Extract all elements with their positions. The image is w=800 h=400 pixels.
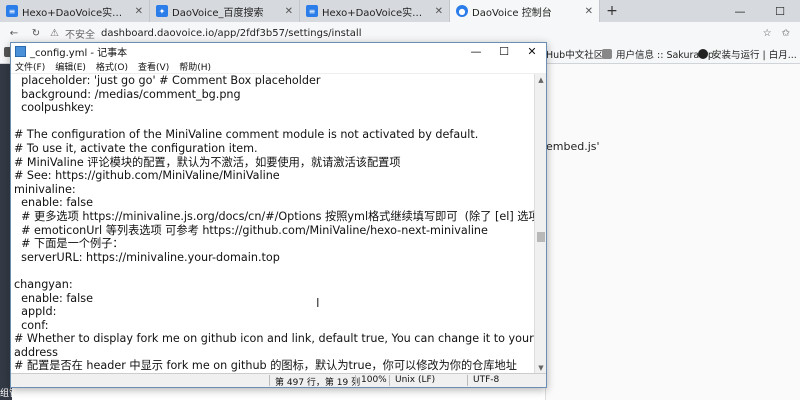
text-line: # 配置是否在 header 中显示 fork me on github 的图标… xyxy=(14,359,517,373)
refresh-icon[interactable]: ↻ xyxy=(28,28,44,39)
bookmark-install[interactable]: 安装与运行 | 白月... xyxy=(698,47,797,61)
notepad-title: _config.yml - 记事本 xyxy=(30,48,128,59)
github-icon xyxy=(698,49,708,59)
text-line: # emoticonUrl 等列表选项 可参考 https://github.c… xyxy=(14,223,488,237)
notepad-title-bar[interactable]: _config.yml - 记事本 — ☐ ✕ xyxy=(11,43,546,60)
close-icon[interactable]: ✕ xyxy=(585,6,593,17)
address-bar: ← ↻ ⚠ 不安全 dashboard.daovoice.io/app/2fdf… xyxy=(0,22,800,44)
daovoice-icon: ● xyxy=(456,5,468,17)
text-line: # To use it, activate the configuration … xyxy=(14,141,258,155)
tab-label: Hexo+DaoVoice实现网页在线通 xyxy=(322,7,431,19)
close-icon[interactable]: ✕ xyxy=(285,6,293,17)
bookmark-hub[interactable]: Hub中文社区 xyxy=(546,47,603,61)
scrollbar-thumb[interactable] xyxy=(537,232,545,242)
text-line: background: /medias/comment_bg.png xyxy=(14,87,241,101)
tab-page-icon: ≡ xyxy=(6,5,18,17)
tab-label: DaoVoice 控制台 xyxy=(472,7,552,19)
maximize-icon[interactable]: ☐ xyxy=(490,45,518,58)
address-actions: ☆ ✩ xyxy=(763,28,800,39)
text-line: conf: xyxy=(14,318,49,332)
browser-tab-2[interactable]: ✦ DaoVoice_百度搜索 ✕ xyxy=(150,0,300,22)
text-line: coolpushkey: xyxy=(14,101,94,115)
url-input[interactable]: dashboard.daovoice.io/app/2fdf3b57/setti… xyxy=(101,28,362,39)
status-divider xyxy=(389,375,390,386)
menu-file[interactable]: 文件(F) xyxy=(15,60,45,73)
browser-tab-bar: ≡ Hexo+DaoVoice实现网页在线通 ✕ ✦ DaoVoice_百度搜索… xyxy=(0,0,800,22)
notepad-icon xyxy=(15,46,26,57)
cursor-position: 第 497 行，第 19 列 xyxy=(275,378,361,388)
browser-tab-1[interactable]: ≡ Hexo+DaoVoice实现网页在线通 ✕ xyxy=(0,0,150,22)
text-line: enable: false xyxy=(14,196,93,210)
tab-page-icon: ≡ xyxy=(306,5,318,17)
notepad-text-area[interactable]: placeholder: 'just go go' # Comment Box … xyxy=(11,74,535,374)
text-line: changyan: xyxy=(14,277,73,291)
notepad-window: _config.yml - 记事本 — ☐ ✕ 文件(F) 编辑(E) 格式(O… xyxy=(10,42,547,388)
vertical-scrollbar[interactable]: ▲ ▼ xyxy=(534,74,546,374)
maximize-icon[interactable]: ☐ xyxy=(760,0,800,22)
scroll-up-icon[interactable]: ▲ xyxy=(535,74,547,86)
text-line xyxy=(14,115,535,129)
zoom-level: 100% xyxy=(361,375,387,385)
browser-tab-3[interactable]: ≡ Hexo+DaoVoice实现网页在线通 ✕ xyxy=(300,0,450,22)
line-ending: Unix (LF) xyxy=(395,375,436,385)
text-line: address xyxy=(14,345,58,359)
text-line: minivaline: xyxy=(14,182,76,196)
tab-label: DaoVoice_百度搜索 xyxy=(172,7,264,19)
baidu-icon: ✦ xyxy=(156,5,168,17)
text-line: serverURL: https://minivaline.your-domai… xyxy=(14,250,280,264)
close-icon[interactable]: ✕ xyxy=(135,6,143,17)
insecure-label[interactable]: 不安全 xyxy=(65,26,95,41)
window-controls: — ☐ xyxy=(720,0,800,22)
status-divider xyxy=(355,375,356,386)
text-line: # 下面是一个例子： xyxy=(14,237,124,251)
encoding: UTF-8 xyxy=(473,375,500,385)
text-line: # MiniValine 评论模块的配置，默认为不激活，如要使用，就请激活该配置… xyxy=(14,155,401,169)
tab-label: Hexo+DaoVoice实现网页在线通 xyxy=(22,7,131,19)
text-line: appId: xyxy=(14,305,57,319)
status-divider xyxy=(467,375,468,386)
bookmark-label: 安装与运行 | 白月... xyxy=(712,50,797,61)
notepad-window-controls: — ☐ ✕ xyxy=(462,45,546,58)
text-cursor-icon: I xyxy=(316,296,320,310)
text-line: # 更多选项 https://minivaline.js.org/docs/cn… xyxy=(14,209,535,223)
back-icon[interactable]: ← xyxy=(6,28,22,39)
minimize-icon[interactable]: — xyxy=(720,0,760,22)
embed-code-text: embed.js' xyxy=(546,140,600,153)
menu-help[interactable]: 帮助(H) xyxy=(179,60,211,73)
minimize-icon[interactable]: — xyxy=(462,45,490,58)
star-icon[interactable]: ☆ xyxy=(763,28,772,39)
close-icon[interactable]: ✕ xyxy=(518,45,546,58)
text-line: enable: false xyxy=(14,291,93,305)
user-icon xyxy=(602,49,612,59)
menu-format[interactable]: 格式(O) xyxy=(96,60,128,73)
text-line xyxy=(14,264,535,278)
favorites-icon[interactable]: ✩ xyxy=(782,28,790,39)
text-line: # Whether to display fork me on github i… xyxy=(14,332,535,346)
notepad-status-bar: 第 497 行，第 19 列 100% Unix (LF) UTF-8 xyxy=(11,373,546,388)
warning-icon[interactable]: ⚠ xyxy=(50,28,59,39)
text-line: placeholder: 'just go go' # Comment Box … xyxy=(14,74,321,87)
close-icon[interactable]: ✕ xyxy=(435,6,443,17)
notepad-menu-bar: 文件(F) 编辑(E) 格式(O) 查看(V) 帮助(H) xyxy=(11,60,546,74)
status-divider xyxy=(269,375,270,386)
menu-edit[interactable]: 编辑(E) xyxy=(55,60,86,73)
bookmark-label: Hub中文社区 xyxy=(546,50,604,61)
browser-tab-4[interactable]: ● DaoVoice 控制台 ✕ xyxy=(450,0,600,22)
page-content-column xyxy=(545,64,800,400)
menu-view[interactable]: 查看(V) xyxy=(138,60,169,73)
text-line: # See: https://github.com/MiniValine/Min… xyxy=(14,169,280,183)
new-tab-button[interactable]: + xyxy=(600,0,624,22)
text-line: # The configuration of the MiniValine co… xyxy=(14,128,479,142)
